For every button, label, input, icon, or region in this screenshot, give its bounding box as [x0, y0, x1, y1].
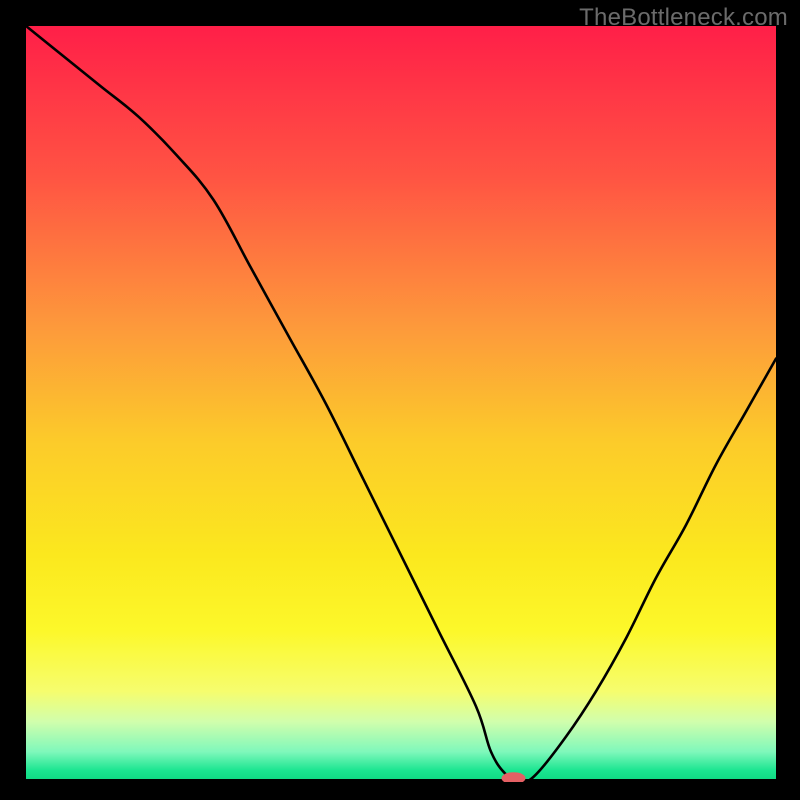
chart-frame: TheBottleneck.com: [0, 0, 800, 800]
bottleneck-chart: [26, 26, 776, 782]
plot-area: [26, 26, 776, 782]
gradient-background: [26, 26, 776, 782]
